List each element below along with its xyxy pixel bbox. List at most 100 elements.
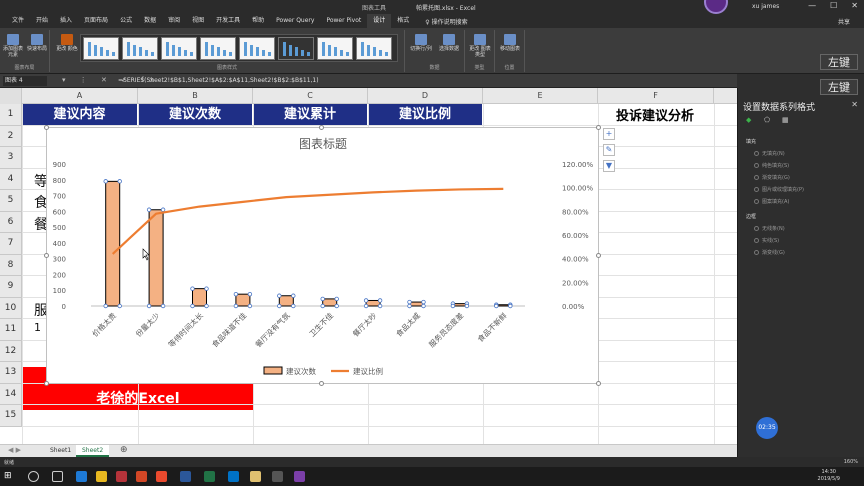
row-header[interactable]: 6 [0, 212, 21, 233]
bar-selection-handle[interactable] [190, 286, 195, 291]
close-icon[interactable]: ✕ [851, 1, 858, 10]
ribbon-tab[interactable]: 帮助 [246, 14, 270, 28]
bar-selection-handle[interactable] [103, 179, 108, 184]
bar-selection-handle[interactable] [190, 303, 195, 309]
bar-6[interactable] [365, 299, 381, 307]
bar-selection-handle[interactable] [146, 207, 152, 212]
bar-selection-handle[interactable] [407, 303, 412, 309]
chart-title[interactable]: 图表标题 [299, 137, 347, 151]
row-header[interactable]: 15 [0, 405, 21, 427]
column-header[interactable]: A [22, 88, 138, 104]
bar-selection-handle[interactable] [450, 303, 456, 309]
move-chart-button[interactable]: 移动图表 [498, 34, 522, 52]
row-header[interactable]: 3 [0, 147, 21, 169]
access-icon[interactable] [116, 471, 127, 482]
bar-selection-handle[interactable] [334, 296, 339, 302]
ribbon-tab[interactable]: 审阅 [162, 14, 186, 28]
bar-selection-handle[interactable] [247, 303, 253, 309]
legend-bar-label[interactable]: 建议次数 [286, 366, 316, 376]
select-all-corner[interactable] [0, 88, 22, 104]
chart-style-thumb[interactable] [161, 37, 197, 60]
bar-selection-handle[interactable] [160, 303, 166, 309]
windows-start-icon[interactable]: ⊞ [4, 471, 15, 482]
explorer-icon[interactable] [96, 471, 107, 482]
bar-selection-handle[interactable] [291, 293, 296, 298]
bar-4[interactable] [278, 295, 294, 307]
chart-styles-gallery[interactable] [80, 34, 398, 62]
task-view-icon[interactable] [52, 471, 63, 482]
share-button[interactable]: 共享 [838, 17, 850, 26]
effects-icon[interactable]: ⬠ [764, 116, 774, 126]
chart-style-thumb[interactable] [317, 37, 353, 60]
bar-selection-handle[interactable] [160, 207, 166, 212]
bar-selection-handle[interactable] [464, 303, 470, 309]
chart-style-thumb[interactable] [356, 37, 392, 60]
chart-style-thumb[interactable] [239, 37, 275, 60]
ribbon-tab[interactable]: Power Query [270, 14, 320, 28]
bar-selection-handle[interactable] [377, 298, 383, 303]
system-clock[interactable]: 14:30 2019/5/9 [818, 469, 840, 483]
column-header[interactable]: F [598, 88, 714, 104]
bar-0[interactable] [105, 180, 121, 307]
border-section[interactable]: 边框 [746, 213, 756, 220]
bar-selection-handle[interactable] [363, 298, 369, 303]
powerpoint-icon[interactable] [136, 471, 147, 482]
bar-selection-handle[interactable] [494, 303, 499, 309]
row-header[interactable]: 13 [0, 362, 21, 384]
bar-selection-handle[interactable] [421, 299, 426, 305]
premiere-icon[interactable] [294, 471, 305, 482]
bar-selection-handle[interactable] [377, 303, 383, 309]
chart-style-thumb[interactable] [200, 37, 236, 60]
ribbon-tab[interactable]: 数据 [138, 14, 162, 28]
resize-handle[interactable] [44, 381, 49, 386]
bar-selection-handle[interactable] [117, 179, 122, 184]
pane-option[interactable]: 纯色填充(S) [754, 162, 789, 169]
row-header[interactable]: 14 [0, 384, 21, 405]
bar-selection-handle[interactable] [508, 303, 513, 309]
bar-selection-handle[interactable] [204, 286, 209, 291]
series-options-icon[interactable]: ▦ [782, 116, 792, 126]
change-colors-button[interactable]: 更改 颜色 [56, 34, 78, 52]
pane-option[interactable]: 渐变线(G) [754, 249, 785, 256]
row-header[interactable]: 5 [0, 190, 21, 212]
ribbon-tab[interactable]: 设计 [367, 14, 392, 28]
bar-selection-handle[interactable] [233, 303, 239, 309]
bar-5[interactable] [322, 298, 338, 307]
resize-handle[interactable] [44, 125, 49, 130]
bar-selection-handle[interactable] [363, 303, 369, 309]
pareto-chart[interactable]: 图表标题 0 100 200 300 400 500 600 700 800 900 0.00% 20.… [46, 127, 599, 384]
row-header[interactable]: 7 [0, 233, 21, 255]
zoom-level[interactable]: 160% [844, 459, 858, 465]
add-sheet-icon[interactable]: ⊕ [120, 445, 128, 455]
column-header[interactable]: B [138, 88, 253, 104]
terminal-icon[interactable] [272, 471, 283, 482]
scroll-sheets-icon[interactable]: ◀ ▶ [8, 446, 21, 454]
name-box[interactable]: 图表 4 [3, 76, 47, 86]
sheet-tab[interactable]: Sheet1 [44, 445, 77, 457]
minimize-icon[interactable]: — [808, 1, 816, 10]
pane-option[interactable]: 图片或纹理填充(P) [754, 186, 804, 193]
line-series-proportion[interactable] [111, 187, 504, 255]
bar-3[interactable] [235, 293, 251, 307]
fill-section[interactable]: 填充 [746, 138, 756, 145]
pane-option[interactable]: 无填充(N) [754, 150, 785, 157]
pane-option[interactable]: 无线条(N) [754, 225, 785, 232]
chart-style-thumb[interactable] [278, 37, 314, 60]
resize-handle[interactable] [319, 125, 324, 130]
outlook-icon[interactable] [228, 471, 239, 482]
ribbon-tab[interactable]: 格式 [391, 14, 415, 28]
column-header[interactable]: E [483, 88, 598, 104]
chrome-icon[interactable] [156, 471, 167, 482]
excel-icon[interactable] [204, 471, 215, 482]
ribbon-tab[interactable]: 公式 [114, 14, 138, 28]
quick-layout-button[interactable]: 快速布局 [26, 34, 48, 52]
row-header[interactable]: 2 [0, 126, 21, 147]
fill-line-icon[interactable]: ◆ [746, 116, 756, 126]
row-header[interactable]: 8 [0, 255, 21, 276]
resize-handle[interactable] [596, 125, 601, 130]
change-chart-type-button[interactable]: 更改 图表类型 [468, 34, 492, 58]
row-header[interactable]: 4 [0, 169, 21, 190]
ribbon-tab[interactable]: 文件 [6, 14, 30, 28]
pane-close-icon[interactable]: ✕ [851, 100, 858, 109]
pane-option[interactable]: 渐变填充(G) [754, 174, 790, 181]
